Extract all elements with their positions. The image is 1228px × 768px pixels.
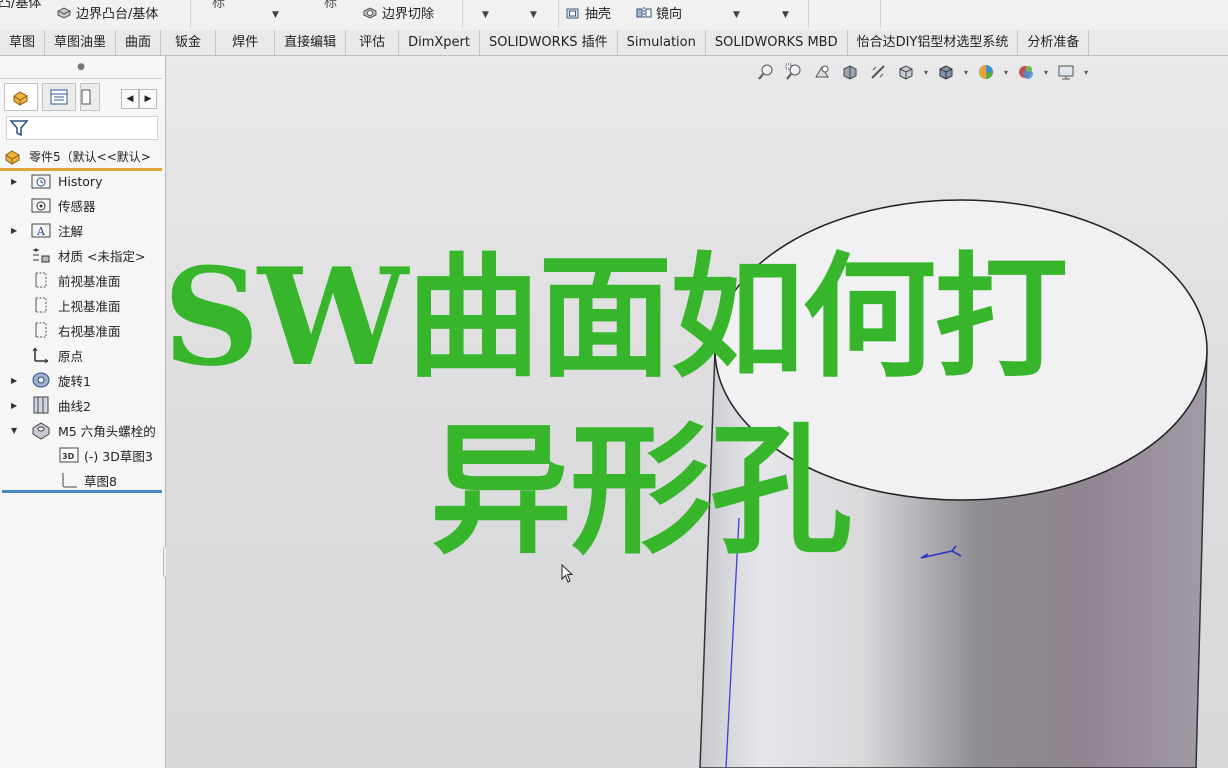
configuration-icon	[81, 89, 91, 105]
tab-solidworks-addins[interactable]: SOLIDWORKS 插件	[480, 30, 618, 55]
tree-item-sensors[interactable]: 传感器	[0, 193, 164, 217]
sensor-icon	[31, 195, 51, 215]
tree-item-label: 旋转1	[58, 373, 91, 389]
tree-item-label: 上视基准面	[58, 298, 121, 314]
tab-dimxpert[interactable]: DimXpert	[399, 30, 480, 55]
tab-evaluate[interactable]: 评估	[346, 30, 400, 55]
tree-item-label: 原点	[58, 348, 84, 364]
expand-arrow-icon[interactable]: ▶	[11, 401, 17, 410]
tree-item-material[interactable]: 材质 <未指定>	[0, 243, 164, 267]
property-manager-tab[interactable]	[42, 83, 76, 111]
filter-funnel-icon	[9, 120, 29, 137]
tree-item-3d-sketch3[interactable]: 3D (-) 3D草图3	[0, 443, 164, 467]
sketch-icon	[59, 470, 79, 490]
tree-item-label: 前视基准面	[58, 273, 121, 289]
origin-icon	[31, 345, 51, 365]
tree-item-sketch8[interactable]: 草图8	[0, 468, 164, 492]
tree-item-curve2[interactable]: ▶ 曲线2	[0, 393, 164, 417]
tab-weldments[interactable]: 焊件	[216, 30, 276, 55]
scroll-right-icon[interactable]: ▶	[139, 89, 157, 109]
configuration-manager-tab[interactable]	[80, 83, 100, 111]
ribbon-group-5	[808, 0, 881, 28]
revolve-icon	[31, 370, 51, 390]
tree-item-m5-hole[interactable]: ▼ M5 六角头螺栓的	[0, 418, 164, 442]
tab-sketch[interactable]: 草图	[0, 30, 46, 55]
tab-sheet-metal[interactable]: 钣金	[161, 30, 217, 55]
tree-item-right-plane[interactable]: 右视基准面	[0, 318, 164, 342]
svg-text:3D: 3D	[62, 452, 75, 461]
tree-item-revolve1[interactable]: ▶ 旋转1	[0, 368, 164, 392]
rollback-bar[interactable]	[2, 490, 162, 493]
plane-icon	[31, 295, 51, 315]
feature-manager-tab[interactable]	[4, 83, 38, 111]
tree-item-label: 注解	[58, 223, 84, 239]
plane-icon	[31, 270, 51, 290]
tab-simulation[interactable]: Simulation	[618, 30, 706, 55]
expand-arrow-icon[interactable]: ▶	[11, 226, 17, 235]
ribbon-group-3	[462, 0, 559, 28]
tree-item-label: 传感器	[58, 198, 96, 214]
tree-item-origin[interactable]: 原点	[0, 343, 164, 367]
tree-filter-field[interactable]	[6, 116, 158, 140]
tree-item-history[interactable]: ▶ History	[0, 169, 164, 193]
3d-sketch-icon: 3D	[59, 445, 79, 465]
annotation-icon: A	[31, 220, 51, 240]
tree-item-label: 草图8	[84, 473, 117, 489]
hole-wizard-icon	[31, 420, 51, 440]
tree-item-annotations[interactable]: ▶ A 注解	[0, 218, 164, 242]
graphics-viewport[interactable]: ▾ ▾ ▾ ▾ ▾	[166, 56, 1228, 768]
history-folder-icon	[31, 171, 51, 191]
plane-icon	[31, 320, 51, 340]
collapse-arrow-icon[interactable]: ▼	[11, 426, 17, 435]
tree-item-label: History	[58, 173, 103, 189]
tab-analysis-prep[interactable]: 分析准备	[1018, 30, 1090, 55]
command-ribbon: 凸/基体 边界凸台/基体 标 ▼ 标 边界切除 ▼ ▼ 抽壳 镜向 ▼ ▼	[0, 0, 1228, 31]
command-manager-tabs: 草图 草图油墨 曲面 钣金 焊件 直接编辑 评估 DimXpert SOLIDW…	[0, 30, 1228, 56]
part-icon	[5, 150, 20, 165]
ribbon-group-boss	[0, 0, 191, 28]
property-list-icon	[50, 89, 68, 105]
panel-grip-handle[interactable]: ●	[0, 56, 162, 79]
part-name-label: 零件5（默认<<默认>	[29, 149, 151, 164]
material-icon	[31, 245, 51, 265]
scroll-left-icon[interactable]: ◀	[121, 89, 139, 109]
tab-yiheda-profile-system[interactable]: 怡合达DIY铝型材选型系统	[848, 30, 1019, 55]
feature-manager-panel: ● ◀ ▶ 零件5（默认<<默认> ▶ History 传感器 ▶ A 注解 材…	[0, 56, 175, 768]
ribbon-group-4	[558, 0, 809, 28]
mouse-cursor-icon	[561, 564, 574, 583]
tab-sketch-ink[interactable]: 草图油墨	[45, 30, 117, 55]
panel-tabs	[4, 83, 100, 111]
tab-direct-editing[interactable]: 直接编辑	[275, 30, 347, 55]
tree-item-front-plane[interactable]: 前视基准面	[0, 268, 164, 292]
tree-item-label: M5 六角头螺栓的	[58, 423, 156, 439]
feature-tree-icon	[13, 91, 28, 106]
tree-item-label: 材质 <未指定>	[58, 248, 146, 264]
expand-arrow-icon[interactable]: ▶	[11, 376, 17, 385]
part-root-node[interactable]: 零件5（默认<<默认>	[4, 146, 164, 166]
tree-item-label: 曲线2	[58, 398, 91, 414]
ribbon-group-cut	[190, 0, 463, 28]
curve-icon	[31, 395, 51, 415]
expand-arrow-icon[interactable]: ▶	[11, 177, 17, 186]
tab-solidworks-mbd[interactable]: SOLIDWORKS MBD	[706, 30, 848, 55]
tree-item-label: (-) 3D草图3	[84, 448, 153, 464]
tab-surfaces[interactable]: 曲面	[116, 30, 162, 55]
cylinder-model[interactable]	[166, 56, 1228, 768]
svg-text:A: A	[36, 225, 46, 238]
panel-scroll-arrows: ◀ ▶	[121, 89, 157, 109]
tree-item-label: 右视基准面	[58, 323, 121, 339]
tree-item-top-plane[interactable]: 上视基准面	[0, 293, 164, 317]
